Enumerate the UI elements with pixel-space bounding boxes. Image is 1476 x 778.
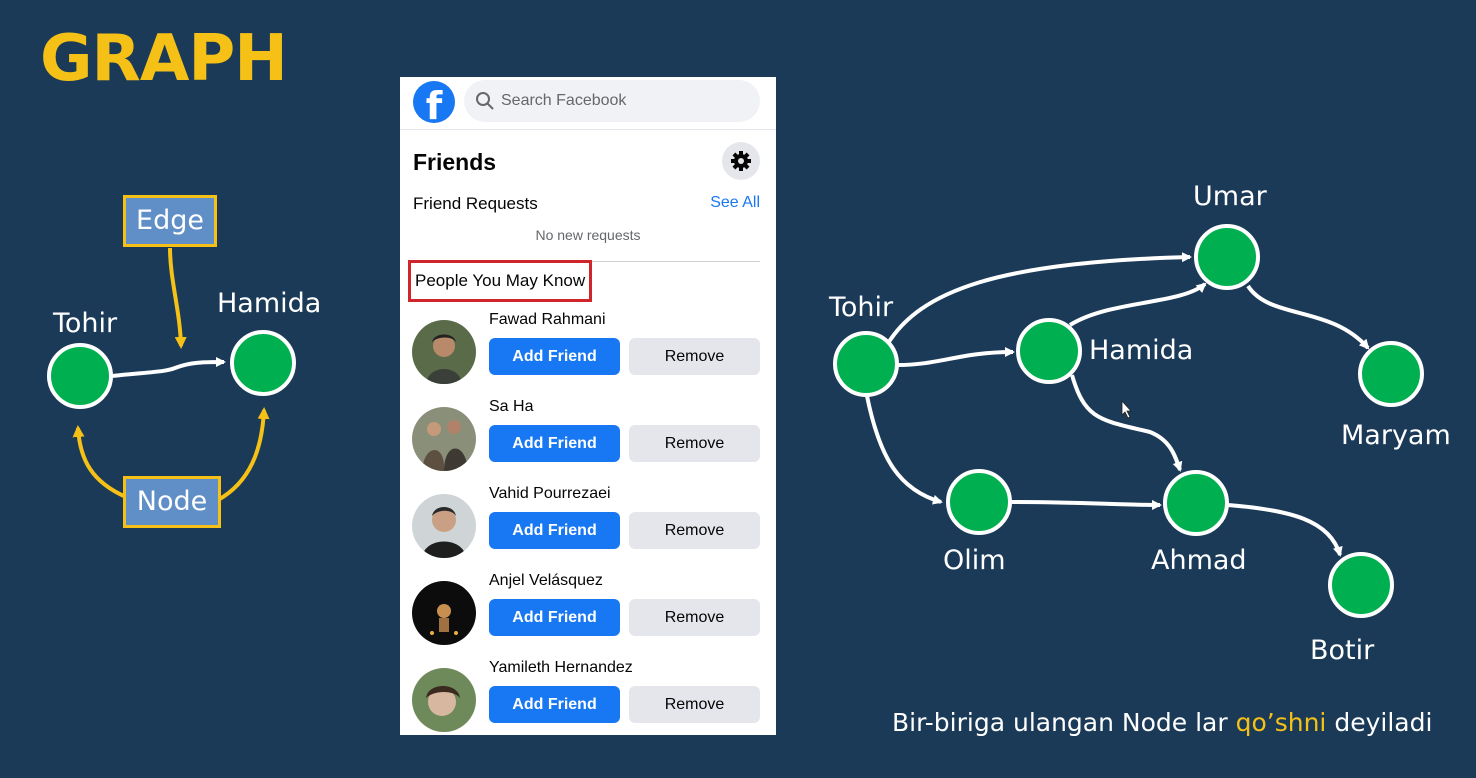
add-friend-button[interactable]: Add Friend [489,338,620,375]
avatar[interactable] [412,581,476,645]
left-edge [111,357,226,378]
list-item: Yamileth Hernandez Add Friend Remove [400,659,776,735]
person-name[interactable]: Fawad Rahmani [489,311,606,329]
list-item: Sa Ha Add Friend Remove [400,398,776,478]
label-olim: Olim [943,545,1006,576]
label-umar: Umar [1193,181,1267,212]
slide-caption: Bir-biriga ulangan Node lar qo’shni deyi… [892,708,1432,737]
friend-requests-heading: Friend Requests [413,194,538,213]
label-ahmad: Ahmad [1151,545,1247,576]
list-item: Fawad Rahmani Add Friend Remove [400,311,776,391]
node-botir [1328,552,1394,618]
right-edges [865,252,1370,557]
search-icon [476,92,494,110]
label-botir: Botir [1310,635,1375,666]
facebook-logo-icon[interactable]: f [413,81,455,123]
add-friend-button[interactable]: Add Friend [489,425,620,462]
node-hamida [1016,318,1082,384]
label-hamida-left: Hamida [217,288,322,319]
remove-button[interactable]: Remove [629,512,760,549]
no-requests-text: No new requests [535,227,641,243]
list-item: Vahid Pourrezaei Add Friend Remove [400,485,776,565]
label-hamida: Hamida [1089,335,1194,366]
avatar[interactable] [412,320,476,384]
remove-button[interactable]: Remove [629,599,760,636]
node-tag: Node [123,476,221,528]
node-tohir-left [47,343,113,409]
caption-text-before: Bir-biriga ulangan Node lar [892,708,1236,737]
add-friend-button[interactable]: Add Friend [489,512,620,549]
person-name[interactable]: Yamileth Hernandez [489,659,633,677]
remove-button[interactable]: Remove [629,686,760,723]
caption-highlight: qo’shni [1235,708,1327,737]
node-maryam [1358,341,1424,407]
avatar[interactable] [412,407,476,471]
caption-text-after: deyiladi [1326,708,1433,737]
mouse-cursor-icon [1121,399,1132,419]
node-umar [1194,224,1260,290]
node-ahmad [1163,470,1229,536]
avatar[interactable] [412,494,476,558]
person-name[interactable]: Anjel Velásquez [489,572,603,590]
see-all-link[interactable]: See All [710,194,760,212]
edge-pointer-arrow [168,247,187,349]
facebook-panel: f Search Facebook Friends Friend Request… [400,77,776,735]
people-you-may-know-heading: People You May Know [408,260,593,302]
remove-button[interactable]: Remove [629,338,760,375]
person-name[interactable]: Sa Ha [489,398,533,416]
node-olim [946,469,1012,535]
gear-icon [731,151,751,171]
add-friend-button[interactable]: Add Friend [489,686,620,723]
settings-button[interactable] [722,142,760,180]
avatar[interactable] [412,668,476,732]
node-tohir [833,331,899,397]
label-tohir-left: Tohir [53,308,118,339]
add-friend-button[interactable]: Add Friend [489,599,620,636]
label-tohir: Tohir [829,292,894,323]
person-name[interactable]: Vahid Pourrezaei [489,485,611,503]
label-maryam: Maryam [1341,420,1451,451]
edge-tag: Edge [123,195,217,247]
search-input[interactable]: Search Facebook [464,80,760,122]
search-placeholder: Search Facebook [501,92,627,109]
list-item: Anjel Velásquez Add Friend Remove [400,572,776,652]
remove-button[interactable]: Remove [629,425,760,462]
friends-heading: Friends [413,149,497,175]
node-hamida-left [230,330,296,396]
facebook-header: f Search Facebook [400,77,776,130]
